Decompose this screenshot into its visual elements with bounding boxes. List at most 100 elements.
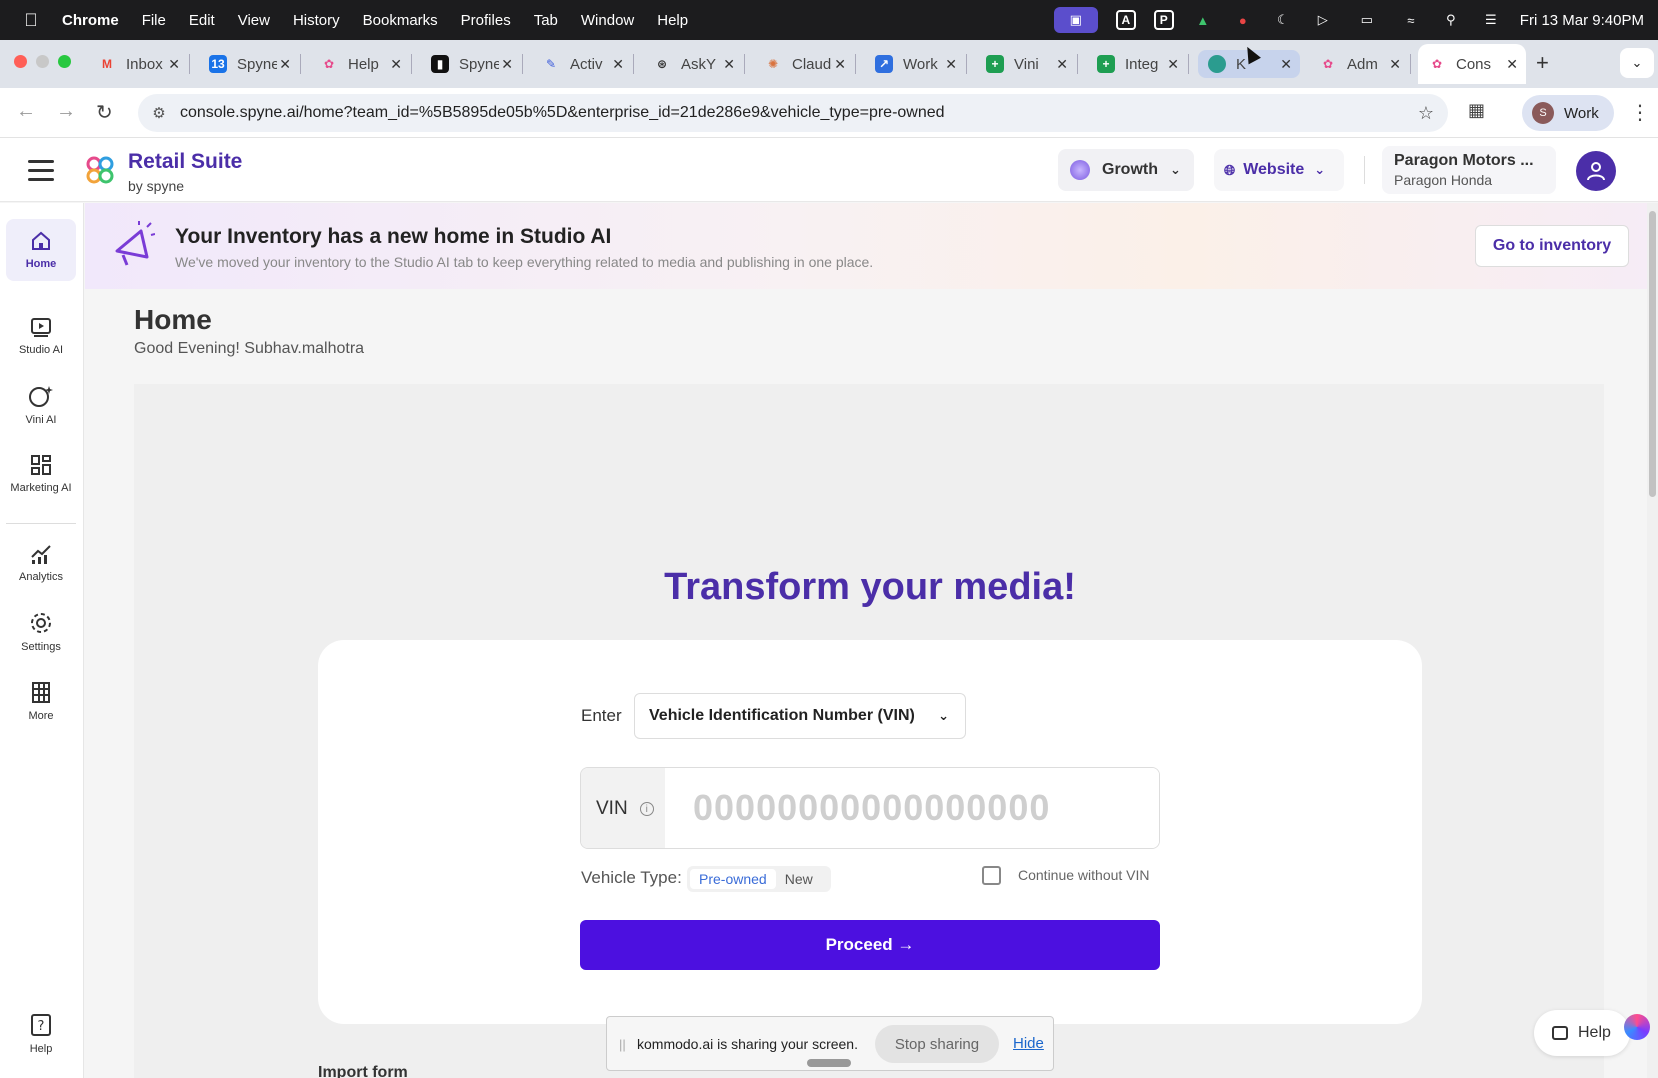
close-icon[interactable]: ✕ (723, 56, 735, 73)
hide-share-bar-link[interactable]: Hide (1013, 1035, 1044, 1052)
browser-tab[interactable]: ⊛ AskY ✕ (643, 44, 745, 84)
tab-search-chevron-icon[interactable]: ⌄ (1620, 48, 1654, 78)
scrollbar-thumb[interactable] (1649, 211, 1656, 497)
menu-file[interactable]: File (142, 12, 166, 29)
bookmark-star-icon[interactable]: ☆ (1418, 103, 1434, 124)
close-window-button[interactable] (14, 55, 27, 68)
sidebar-item-home[interactable]: Home (6, 219, 76, 281)
website-dropdown[interactable]: 🌐︎ Website ⌄ (1214, 149, 1344, 191)
zoom-window-button[interactable] (58, 55, 71, 68)
apple-icon[interactable]:  (0, 10, 62, 31)
menu-profiles[interactable]: Profiles (461, 12, 511, 29)
browser-menu-icon[interactable]: ⋮ (1630, 100, 1650, 125)
info-icon[interactable]: i (639, 802, 654, 816)
forward-icon[interactable]: → (56, 100, 76, 123)
sidebar-item-more[interactable]: More (6, 670, 76, 732)
sidebar-item-help[interactable]: ? Help (6, 1003, 76, 1065)
browser-tab[interactable]: ✎ Activ ✕ (532, 44, 634, 84)
browser-tab[interactable]: ✺Claude✕ (754, 44, 856, 84)
continue-without-vin-checkbox[interactable] (982, 866, 1001, 885)
sheets-icon: + (986, 55, 1004, 73)
vin-input-group: VIN i (580, 767, 1160, 849)
menu-history[interactable]: History (293, 12, 340, 29)
menu-help[interactable]: Help (657, 12, 688, 29)
browser-tab[interactable]: + Vini ✕ (976, 44, 1078, 84)
menu-edit[interactable]: Edit (189, 12, 215, 29)
close-icon[interactable]: ✕ (612, 56, 624, 73)
address-bar[interactable]: ⚙ console.spyne.ai/home?team_id=%5B5895d… (138, 94, 1448, 132)
search-icon[interactable]: ⚲ (1440, 10, 1462, 30)
stop-sharing-button[interactable]: Stop sharing (875, 1025, 999, 1063)
minimize-window-button[interactable] (36, 55, 49, 68)
hamburger-menu-icon[interactable] (28, 160, 54, 187)
drive-icon[interactable]: ▲ (1192, 10, 1214, 30)
close-icon[interactable]: ✕ (279, 56, 291, 73)
browser-tab[interactable]: + Integ ✕ (1087, 44, 1189, 84)
sidebar-item-marketing-ai[interactable]: Marketing AI (6, 443, 76, 505)
browser-tab[interactable]: ✿ Adm ✕ (1309, 44, 1411, 84)
identifier-type-select[interactable]: Vehicle Identification Number (VIN) ⌄ (634, 693, 966, 739)
menu-bookmarks[interactable]: Bookmarks (363, 12, 438, 29)
close-icon[interactable]: ✕ (834, 56, 846, 73)
browser-tab[interactable]: M Inbox ✕ (88, 44, 190, 84)
browser-tab-strip: M Inbox ✕ 13 Spyne ✕ ✿ Help ✕ ▮ Spyne ✕ ✎ Activ ✕ … (0, 40, 1658, 88)
share-bar-handle[interactable] (807, 1059, 851, 1067)
brand-title[interactable]: Retail Suite (128, 150, 242, 174)
profile-button[interactable]: S Work (1522, 95, 1614, 131)
reload-icon[interactable]: ↻ (96, 100, 113, 125)
menubar-clock[interactable]: Fri 13 Mar 9:40PM (1520, 12, 1644, 29)
menu-window[interactable]: Window (581, 12, 634, 29)
site-settings-icon[interactable]: ⚙ (138, 104, 180, 122)
browser-tab-active[interactable]: ✿ Cons ✕ (1418, 44, 1526, 84)
close-icon[interactable]: ✕ (501, 56, 513, 73)
new-tab-icon[interactable]: + (1536, 50, 1549, 76)
menu-app-name[interactable]: Chrome (62, 12, 119, 29)
close-icon[interactable]: ✕ (1167, 56, 1179, 73)
close-icon[interactable]: ✕ (390, 56, 402, 73)
ai-assistant-icon[interactable] (1624, 1014, 1650, 1040)
browser-tab[interactable]: ↗ Work ✕ (865, 44, 967, 84)
proceed-button[interactable]: Proceed → (580, 920, 1160, 970)
close-icon[interactable]: ✕ (945, 56, 957, 73)
moon-icon[interactable]: ☾ (1272, 10, 1294, 30)
vehicle-type-pre-owned[interactable]: Pre-owned (690, 869, 776, 889)
close-icon[interactable]: ✕ (1506, 56, 1518, 73)
close-icon[interactable]: ✕ (1056, 56, 1068, 73)
plan-dropdown[interactable]: Growth ⌄ (1058, 149, 1194, 191)
continue-without-vin-label[interactable]: Continue without VIN (1018, 867, 1150, 883)
help-chat-button[interactable]: Help (1534, 1010, 1630, 1056)
control-center-icon[interactable]: ☰ (1480, 10, 1502, 30)
drag-handle-icon[interactable]: || (619, 1037, 626, 1052)
vehicle-type-new[interactable]: New (776, 869, 822, 889)
back-icon[interactable]: ← (16, 100, 36, 123)
sidebar-item-studio-ai[interactable]: Studio AI (6, 305, 76, 367)
grid-icon (31, 455, 51, 475)
dealer-selector[interactable]: Paragon Motors ... Paragon Honda (1382, 146, 1556, 194)
menu-view[interactable]: View (238, 12, 270, 29)
extensions-icon[interactable]: ▦ (1468, 100, 1485, 121)
user-avatar[interactable] (1576, 151, 1616, 191)
p-app-icon[interactable]: P (1153, 10, 1174, 30)
screen-share-icon[interactable]: ▣ (1053, 7, 1098, 33)
play-icon[interactable]: ▷ (1312, 10, 1334, 30)
close-icon[interactable]: ✕ (168, 56, 180, 73)
close-icon[interactable]: ✕ (1389, 56, 1401, 73)
page-scrollbar[interactable] (1647, 203, 1658, 1078)
a-app-icon[interactable]: A (1115, 10, 1136, 30)
plan-label: Growth (1102, 161, 1158, 178)
sidebar-item-vini-ai[interactable]: Vini AI (6, 374, 76, 436)
browser-tab[interactable]: 13 Spyne ✕ (199, 44, 301, 84)
close-icon[interactable]: ✕ (1280, 56, 1292, 73)
vin-input[interactable] (665, 768, 1159, 848)
go-to-inventory-button[interactable]: Go to inventory (1475, 225, 1629, 267)
menu-tab[interactable]: Tab (534, 12, 558, 29)
browser-tab[interactable]: ▮ Spyne ✕ (421, 44, 523, 84)
sidebar-item-settings[interactable]: Settings (6, 601, 76, 663)
url-text[interactable]: console.spyne.ai/home?team_id=%5B5895de0… (180, 104, 945, 122)
select-value: Vehicle Identification Number (VIN) (649, 707, 915, 724)
browser-tab[interactable]: ✿ Help ✕ (310, 44, 412, 84)
sidebar-item-label: More (28, 710, 54, 722)
wifi-icon[interactable]: ≈ (1400, 10, 1422, 30)
record-icon[interactable]: ● (1232, 10, 1254, 30)
battery-icon[interactable]: ▭ (1352, 10, 1382, 30)
